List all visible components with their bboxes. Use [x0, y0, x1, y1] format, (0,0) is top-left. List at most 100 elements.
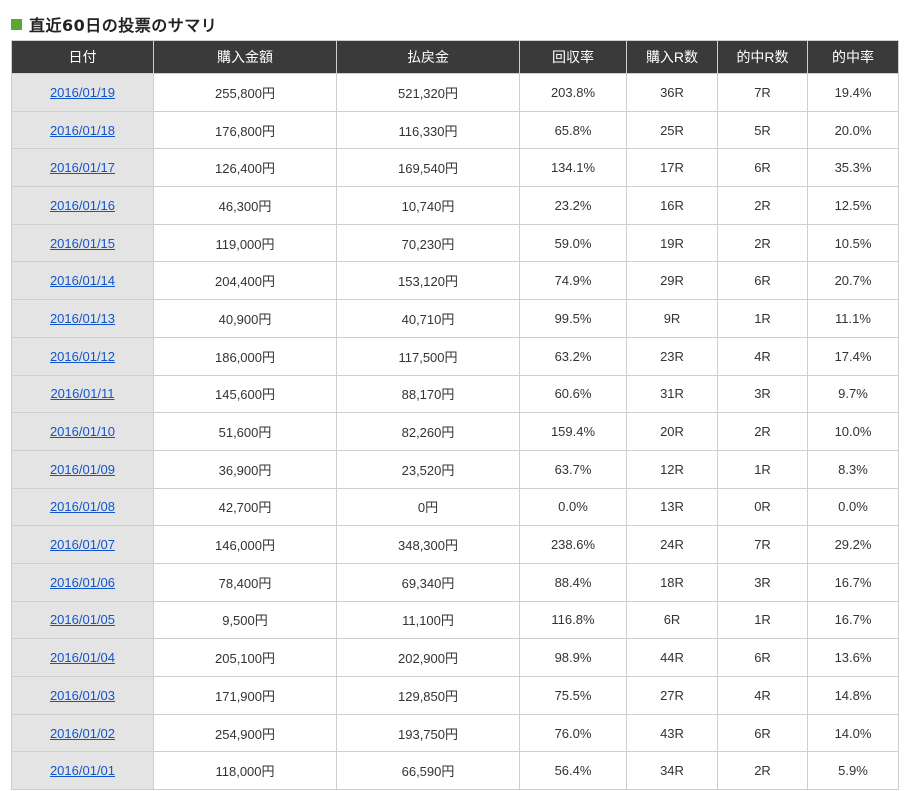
cell-purchase-amount: 119,000円 [153, 223, 337, 263]
cell-races-hit: 7R [717, 73, 808, 112]
cell-races-bought: 9R [626, 299, 718, 338]
cell-races-hit: 2R [717, 412, 808, 451]
cell-purchase-amount: 176,800円 [153, 110, 337, 150]
date-link[interactable]: 2016/01/08 [50, 499, 115, 514]
cell-return-rate: 116.8% [519, 600, 627, 640]
cell-date: 2016/01/01 [11, 751, 154, 791]
cell-hit-rate: 5.9% [807, 751, 899, 791]
cell-races-bought: 27R [626, 676, 718, 715]
table-body: 2016/01/19 255,800円 521,320円 203.8% 36R 7R 19.… [11, 73, 899, 791]
cell-hit-rate: 9.7% [807, 374, 899, 414]
cell-return-rate: 74.9% [519, 261, 627, 301]
cell-purchase-amount: 145,600円 [153, 374, 337, 414]
date-link[interactable]: 2016/01/05 [50, 612, 115, 627]
cell-return-rate: 63.7% [519, 449, 627, 489]
cell-return-rate: 134.1% [519, 148, 627, 188]
table-row: 2016/01/14 204,400円 153,120円 74.9% 29R 6R 20.7… [11, 261, 899, 301]
cell-return-rate: 203.8% [519, 73, 627, 112]
cell-return-rate: 59.0% [519, 223, 627, 263]
table-row: 2016/01/09 36,900円 23,520円 63.7% 12R 1R 8.3% [11, 449, 899, 489]
cell-races-hit: 2R [717, 223, 808, 263]
table-header-row: 日付 購入金額 払戻金 回収率 購入R数 的中R数 的中率 [11, 40, 899, 74]
cell-purchase-amount: 46,300円 [153, 186, 337, 225]
cell-return-rate: 60.6% [519, 374, 627, 414]
cell-date: 2016/01/08 [11, 487, 154, 527]
cell-purchase-amount: 171,900円 [153, 676, 337, 715]
cell-races-hit: 5R [717, 110, 808, 150]
cell-purchase-amount: 146,000円 [153, 525, 337, 564]
table-row: 2016/01/16 46,300円 10,740円 23.2% 16R 2R 12.5% [11, 186, 899, 225]
cell-races-bought: 34R [626, 751, 718, 791]
cell-races-hit: 1R [717, 299, 808, 338]
cell-hit-rate: 12.5% [807, 186, 899, 225]
cell-purchase-amount: 78,400円 [153, 562, 337, 602]
cell-payout: 0円 [336, 487, 520, 527]
date-link[interactable]: 2016/01/04 [50, 650, 115, 665]
summary-table: 日付 購入金額 払戻金 回収率 購入R数 的中R数 的中率 2016/01/19… [11, 40, 899, 791]
cell-date: 2016/01/12 [11, 336, 154, 376]
date-link[interactable]: 2016/01/13 [50, 311, 115, 326]
cell-purchase-amount: 205,100円 [153, 638, 337, 677]
cell-payout: 117,500円 [336, 336, 520, 376]
cell-payout: 129,850円 [336, 676, 520, 715]
cell-races-bought: 24R [626, 525, 718, 564]
header-payout: 払戻金 [336, 40, 520, 74]
cell-return-rate: 159.4% [519, 412, 627, 451]
cell-hit-rate: 13.6% [807, 638, 899, 677]
green-square-icon [11, 18, 22, 30]
date-link[interactable]: 2016/01/03 [50, 688, 115, 703]
date-link[interactable]: 2016/01/17 [50, 160, 115, 175]
date-link[interactable]: 2016/01/02 [50, 726, 115, 741]
cell-races-bought: 19R [626, 223, 718, 263]
cell-purchase-amount: 51,600円 [153, 412, 337, 451]
cell-races-bought: 44R [626, 638, 718, 677]
date-link[interactable]: 2016/01/01 [50, 763, 115, 778]
cell-races-hit: 0R [717, 487, 808, 527]
date-link[interactable]: 2016/01/16 [50, 198, 115, 213]
cell-date: 2016/01/11 [11, 374, 154, 414]
cell-hit-rate: 16.7% [807, 600, 899, 640]
cell-return-rate: 63.2% [519, 336, 627, 376]
cell-payout: 70,230円 [336, 223, 520, 263]
date-link[interactable]: 2016/01/12 [50, 349, 115, 364]
cell-purchase-amount: 126,400円 [153, 148, 337, 188]
date-link[interactable]: 2016/01/19 [50, 85, 115, 100]
cell-return-rate: 75.5% [519, 676, 627, 715]
cell-date: 2016/01/17 [11, 148, 154, 188]
cell-races-bought: 13R [626, 487, 718, 527]
cell-purchase-amount: 255,800円 [153, 73, 337, 112]
table-row: 2016/01/11 145,600円 88,170円 60.6% 31R 3R 9.7% [11, 374, 899, 414]
date-link[interactable]: 2016/01/18 [50, 123, 115, 138]
cell-races-hit: 4R [717, 676, 808, 715]
date-link[interactable]: 2016/01/09 [50, 462, 115, 477]
cell-date: 2016/01/16 [11, 186, 154, 225]
table-row: 2016/01/04 205,100円 202,900円 98.9% 44R 6R 13.6… [11, 638, 899, 677]
cell-races-bought: 6R [626, 600, 718, 640]
cell-hit-rate: 0.0% [807, 487, 899, 527]
header-return-rate: 回収率 [519, 40, 627, 74]
cell-races-bought: 25R [626, 110, 718, 150]
cell-payout: 88,170円 [336, 374, 520, 414]
cell-races-bought: 23R [626, 336, 718, 376]
cell-date: 2016/01/03 [11, 676, 154, 715]
table-row: 2016/01/13 40,900円 40,710円 99.5% 9R 1R 11.1% [11, 299, 899, 338]
cell-date: 2016/01/10 [11, 412, 154, 451]
cell-races-bought: 29R [626, 261, 718, 301]
cell-payout: 193,750円 [336, 713, 520, 753]
date-link[interactable]: 2016/01/10 [50, 424, 115, 439]
date-link[interactable]: 2016/01/07 [50, 537, 115, 552]
date-link[interactable]: 2016/01/14 [50, 273, 115, 288]
cell-hit-rate: 16.7% [807, 562, 899, 602]
cell-return-rate: 99.5% [519, 299, 627, 338]
cell-races-bought: 16R [626, 186, 718, 225]
date-link[interactable]: 2016/01/06 [50, 575, 115, 590]
table-row: 2016/01/03 171,900円 129,850円 75.5% 27R 4R 14.8… [11, 676, 899, 715]
date-link[interactable]: 2016/01/15 [50, 236, 115, 251]
section-title: 直近60日の投票のサマリ [29, 16, 218, 35]
date-link[interactable]: 2016/01/11 [50, 386, 114, 401]
cell-return-rate: 98.9% [519, 638, 627, 677]
cell-races-hit: 6R [717, 148, 808, 188]
cell-races-hit: 6R [717, 261, 808, 301]
cell-payout: 348,300円 [336, 525, 520, 564]
cell-payout: 11,100円 [336, 600, 520, 640]
